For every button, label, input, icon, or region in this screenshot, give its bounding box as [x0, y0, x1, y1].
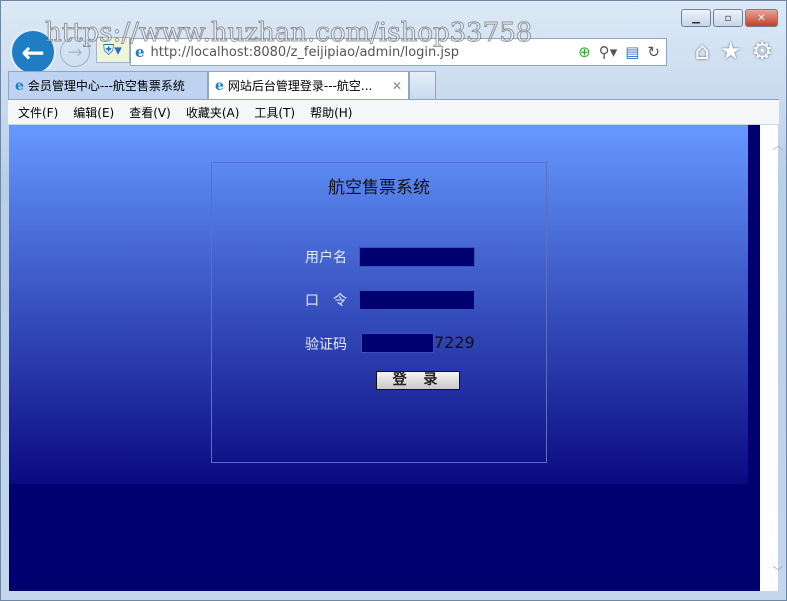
- shield-icon[interactable]: ⛨▾: [96, 37, 130, 63]
- back-button[interactable]: ←: [10, 29, 56, 75]
- tab-label: 会员管理中心---航空售票系统: [27, 79, 185, 93]
- refresh-icon[interactable]: ↻: [647, 43, 660, 61]
- menu-file[interactable]: 文件(F): [18, 104, 58, 121]
- window-controls: ▁ ▫ ✕: [681, 9, 778, 27]
- compat-view-icon[interactable]: ▤: [625, 43, 639, 61]
- scroll-up-icon[interactable]: ︿: [769, 137, 787, 153]
- home-icon[interactable]: ⌂: [695, 37, 710, 65]
- password-input[interactable]: [359, 290, 475, 310]
- ie-icon: e: [15, 77, 24, 94]
- tab-label: 网站后台管理登录---航空...: [227, 79, 373, 93]
- close-button[interactable]: ✕: [745, 9, 778, 27]
- addon-icon[interactable]: ⊕: [578, 43, 591, 61]
- menu-tools[interactable]: 工具(T): [254, 104, 295, 121]
- menu-favorites[interactable]: 收藏夹(A): [186, 104, 240, 121]
- login-background: 航空售票系统 用户名 口 令 验证码 7229 登 录: [9, 125, 748, 484]
- ie-icon: e: [215, 77, 224, 94]
- page-title: 航空售票系统: [328, 178, 430, 198]
- menu-view[interactable]: 查看(V): [129, 104, 171, 121]
- username-label: 用户名: [305, 250, 347, 266]
- scroll-down-icon[interactable]: ﹀: [769, 563, 787, 579]
- username-input[interactable]: [359, 247, 475, 267]
- gear-icon[interactable]: ⚙: [751, 37, 773, 65]
- menu-bar: 文件(F) 编辑(E) 查看(V) 收藏夹(A) 工具(T) 帮助(H): [8, 99, 779, 124]
- captcha-input[interactable]: [361, 333, 434, 353]
- vertical-scrollbar[interactable]: ︿ ﹀: [760, 125, 784, 591]
- address-bar[interactable]: e http://localhost:8080/z_feijipiao/admi…: [130, 38, 667, 66]
- forward-button[interactable]: →: [60, 37, 90, 67]
- login-panel: 航空售票系统 用户名 口 令 验证码 7229 登 录: [211, 162, 547, 463]
- maximize-button[interactable]: ▫: [713, 9, 743, 27]
- login-button[interactable]: 登 录: [376, 371, 460, 390]
- password-label: 口 令: [305, 293, 347, 309]
- url-text[interactable]: http://localhost:8080/z_feijipiao/admin/…: [151, 45, 459, 60]
- menu-help[interactable]: 帮助(H): [310, 104, 352, 121]
- close-tab-icon[interactable]: ✕: [392, 79, 402, 93]
- page-edge: [748, 125, 760, 591]
- menu-edit[interactable]: 编辑(E): [73, 104, 114, 121]
- favorites-star-icon[interactable]: ★: [720, 37, 742, 65]
- tab-member-center[interactable]: e 会员管理中心---航空售票系统: [8, 71, 208, 99]
- captcha-label: 验证码: [305, 337, 347, 353]
- tab-admin-login[interactable]: e 网站后台管理登录---航空... ✕: [208, 71, 409, 99]
- captcha-code: 7229: [434, 333, 475, 352]
- ie-icon: e: [135, 43, 145, 61]
- page-content: 航空售票系统 用户名 口 令 验证码 7229 登 录 ︿ ﹀: [9, 125, 784, 591]
- minimize-button[interactable]: ▁: [681, 9, 711, 27]
- new-tab-button[interactable]: [409, 71, 436, 99]
- search-icon[interactable]: ⚲▾: [599, 43, 618, 61]
